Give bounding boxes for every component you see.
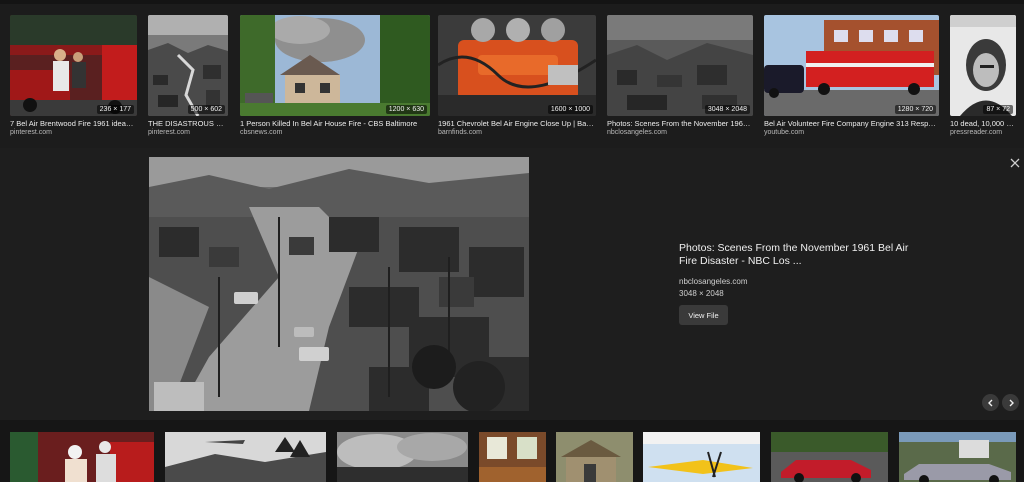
thumbnail-art (148, 15, 228, 116)
preview-image[interactable] (149, 157, 529, 411)
thumbnail-image: 87 × 72 (950, 15, 1016, 116)
result-source: youtube.com (764, 129, 805, 136)
thumbnail-art (771, 432, 888, 482)
chevron-right-icon (1009, 399, 1014, 406)
next-image-button[interactable] (1002, 394, 1019, 411)
thumbnail-image: 1200 × 630 (240, 15, 430, 116)
close-icon (1010, 158, 1020, 168)
result-thumbnail[interactable] (771, 432, 888, 482)
preview-dimensions: 3048 × 2048 (679, 289, 724, 298)
thumbnail-art (764, 15, 939, 116)
bottom-results-strip (0, 420, 1024, 482)
top-edge (0, 0, 1024, 4)
result-source: pinterest.com (148, 129, 191, 136)
close-preview-button[interactable] (1008, 156, 1022, 170)
result-thumbnail[interactable] (556, 432, 633, 482)
result-source: barnfinds.com (438, 129, 482, 136)
result-title: 1 Person Killed In Bel Air House Fire - … (240, 119, 418, 128)
preview-source[interactable]: nbclosangeles.com (679, 277, 929, 286)
result-thumbnail[interactable]: 236 × 177 7 Bel Air Brentwood Fire 1961 … (10, 15, 137, 137)
view-file-button[interactable]: View File (679, 305, 728, 325)
thumbnail-art (899, 432, 1016, 482)
result-title: Bel Air Volunteer Fire Company Engine 31… (764, 119, 939, 128)
thumbnail-image: 500 × 602 (148, 15, 228, 116)
result-thumbnail[interactable]: 1600 × 1000 1961 Chevrolet Bel Air Engin… (438, 15, 596, 137)
preview-image-art (149, 157, 529, 411)
chevron-left-icon (987, 399, 992, 406)
image-dimensions: 1280 × 720 (894, 105, 936, 114)
preview-title[interactable]: Photos: Scenes From the November 1961 Be… (679, 242, 929, 268)
image-dimensions: 3048 × 2048 (704, 105, 750, 114)
result-thumbnail[interactable] (337, 432, 468, 482)
image-dimensions: 500 × 602 (187, 105, 225, 114)
result-thumbnail[interactable]: 1280 × 720 Bel Air Volunteer Fire Compan… (764, 15, 939, 137)
thumbnail-art (10, 432, 154, 482)
result-thumbnail[interactable]: 500 × 602 THE DISASTROUS BEL... pinteres… (148, 15, 228, 137)
thumbnail-art (165, 432, 326, 482)
thumbnail-art (950, 15, 1016, 116)
image-dimensions: 87 × 72 (983, 105, 1013, 114)
result-title: 1961 Chevrolet Bel Air Engine Close Up |… (438, 119, 596, 128)
result-thumbnail[interactable] (899, 432, 1016, 482)
thumbnail-art (337, 432, 468, 482)
result-source: nbclosangeles.com (607, 129, 667, 136)
image-preview-panel: Photos: Scenes From the November 1961 Be… (0, 148, 1024, 420)
thumbnail-art (479, 432, 546, 482)
result-source: pressreader.com (950, 129, 1003, 136)
result-thumbnail[interactable]: 3048 × 2048 Photos: Scenes From the Nove… (607, 15, 753, 137)
image-dimensions: 236 × 177 (96, 105, 134, 114)
thumbnail-art (607, 15, 753, 116)
result-thumbnail[interactable]: 1200 × 630 1 Person Killed In Bel Air Ho… (240, 15, 430, 137)
thumbnail-art (643, 432, 760, 482)
result-thumbnail[interactable] (479, 432, 546, 482)
thumbnail-image: 236 × 177 (10, 15, 137, 116)
result-source: pinterest.com (10, 129, 53, 136)
result-thumbnail[interactable] (643, 432, 760, 482)
result-title: 7 Bel Air Brentwood Fire 1961 ideas | ..… (10, 119, 137, 128)
thumbnail-art (438, 15, 596, 116)
thumbnail-art (240, 15, 430, 116)
thumbnail-art (10, 15, 137, 116)
thumbnail-image: 1280 × 720 (764, 15, 939, 116)
result-thumbnail[interactable]: 87 × 72 10 dead, 10,000 st... pressreade… (950, 15, 1016, 137)
thumbnail-image: 3048 × 2048 (607, 15, 753, 116)
image-dimensions: 1200 × 630 (385, 105, 427, 114)
result-source: cbsnews.com (240, 129, 283, 136)
result-thumbnail[interactable] (165, 432, 326, 482)
image-info: Photos: Scenes From the November 1961 Be… (679, 242, 929, 325)
previous-image-button[interactable] (982, 394, 999, 411)
top-results-strip: 236 × 177 7 Bel Air Brentwood Fire 1961 … (0, 0, 1024, 148)
result-title: THE DISASTROUS BEL... (148, 119, 228, 128)
thumbnail-image: 1600 × 1000 (438, 15, 596, 116)
result-title: Photos: Scenes From the November 1961 B.… (607, 119, 753, 128)
result-title: 10 dead, 10,000 st... (950, 119, 1016, 128)
result-thumbnail[interactable] (10, 432, 154, 482)
thumbnail-art (556, 432, 633, 482)
image-dimensions: 1600 × 1000 (547, 105, 593, 114)
